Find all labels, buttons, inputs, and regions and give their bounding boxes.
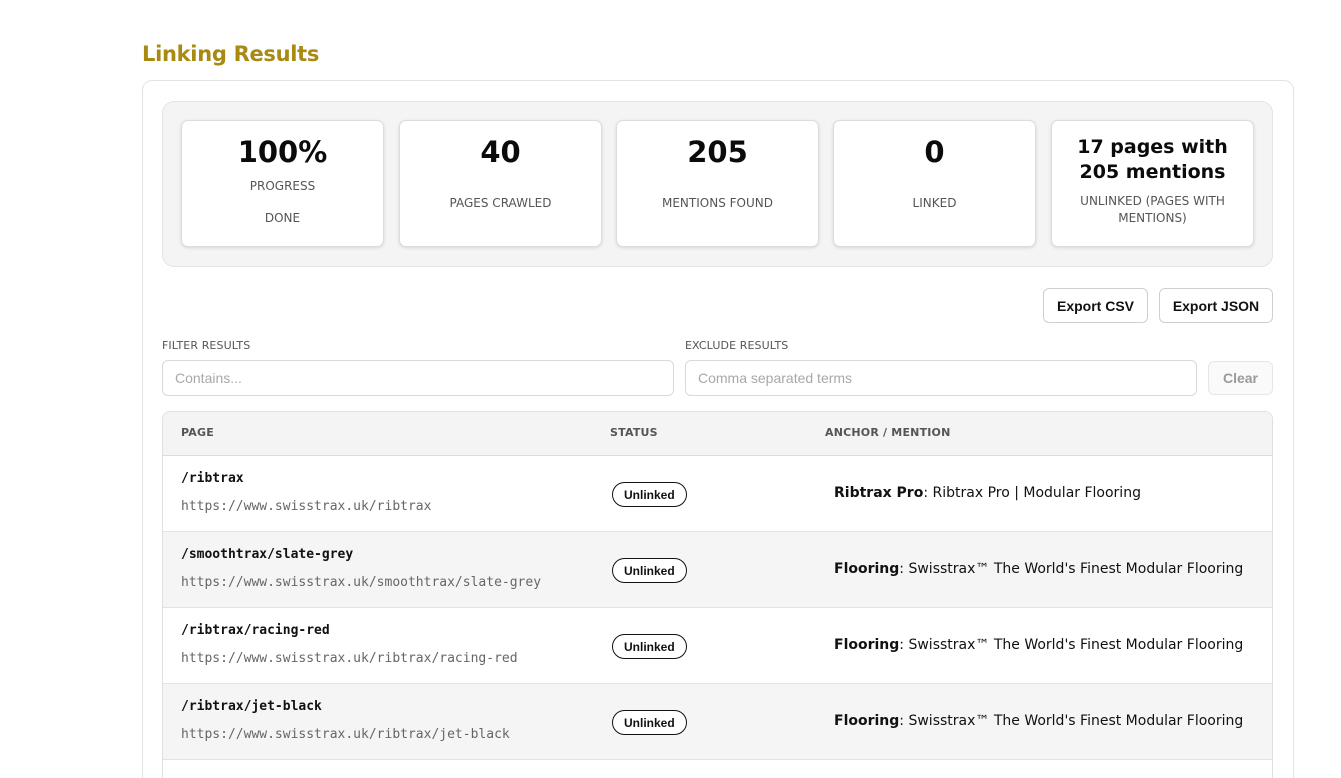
- row-page-path: /ribtrax/racing-red: [181, 623, 330, 638]
- exclude-results-label: EXCLUDE RESULTS: [685, 339, 789, 352]
- exclude-input[interactable]: [685, 360, 1197, 396]
- filter-input[interactable]: [162, 360, 674, 396]
- export-json-button[interactable]: Export JSON: [1159, 288, 1273, 323]
- row-page-url[interactable]: https://www.swisstrax.uk/ribtrax/racing-…: [181, 651, 518, 666]
- stat-pages-crawled-label: PAGES CRAWLED: [449, 196, 552, 210]
- stat-linked-value: 0: [924, 135, 945, 169]
- stat-mentions-found: 205 MENTIONS FOUND: [616, 120, 819, 247]
- row-anchor-text: Flooring: [834, 637, 900, 653]
- stat-unlinked: 17 pages with 205 mentions UNLINKED (PAG…: [1051, 120, 1254, 247]
- row-anchor-text: Ribtrax Pro: [834, 485, 924, 501]
- header-anchor-mention[interactable]: ANCHOR / MENTION: [825, 426, 951, 439]
- row-mention-text: : Swisstrax™ The World's Finest Modular …: [899, 561, 1244, 577]
- status-badge: Unlinked: [612, 482, 687, 507]
- row-mention: Flooring: Swisstrax™ The World's Finest …: [834, 713, 1243, 729]
- stat-pages-crawled-value: 40: [480, 135, 521, 169]
- row-mention: Flooring: Swisstrax™ The World's Finest …: [834, 637, 1243, 653]
- header-page[interactable]: PAGE: [181, 426, 214, 439]
- row-mention-text: : Swisstrax™ The World's Finest Modular …: [899, 713, 1244, 729]
- filter-results-label: FILTER RESULTS: [162, 339, 251, 352]
- row-mention-text: : Ribtrax Pro | Modular Flooring: [923, 485, 1141, 501]
- status-badge: Unlinked: [612, 710, 687, 735]
- row-mention: Ribtrax Pro: Ribtrax Pro | Modular Floor…: [834, 485, 1141, 501]
- stat-mentions-found-label: MENTIONS FOUND: [662, 196, 773, 210]
- status-badge: Unlinked: [612, 634, 687, 659]
- stat-pages-crawled: 40 PAGES CRAWLED: [399, 120, 602, 247]
- stat-unlinked-label: UNLINKED (PAGES WITH MENTIONS): [1080, 194, 1225, 225]
- results-table: PAGE STATUS ANCHOR / MENTION /ribtrax ht…: [162, 411, 1273, 778]
- table-header: PAGE STATUS ANCHOR / MENTION: [163, 412, 1272, 456]
- row-page-path: /ribtrax: [181, 471, 244, 486]
- table-row[interactable]: /ribtrax/racing-red https://www.swisstra…: [163, 608, 1272, 684]
- table-row[interactable]: /smoothtrax/slate-grey https://www.swiss…: [163, 532, 1272, 608]
- clear-button[interactable]: Clear: [1208, 361, 1273, 395]
- stat-progress-label: PROGRESS: [249, 179, 316, 193]
- stat-progress-value: 100%: [237, 135, 328, 169]
- row-page-path: /ribtrax/jet-black: [181, 699, 322, 714]
- row-page-url[interactable]: https://www.swisstrax.uk/ribtrax: [181, 499, 431, 514]
- header-status[interactable]: STATUS: [610, 426, 658, 439]
- stat-unlinked-value: 17 pages with 205 mentions: [1077, 136, 1228, 183]
- table-row[interactable]: /ribtrax https://www.swisstrax.uk/ribtra…: [163, 456, 1272, 532]
- status-badge: Unlinked: [612, 558, 687, 583]
- stat-progress-status: DONE: [264, 211, 301, 225]
- row-anchor-text: Flooring: [834, 713, 900, 729]
- stat-linked: 0 LINKED: [833, 120, 1036, 247]
- stat-progress: 100% PROGRESS DONE: [181, 120, 384, 247]
- row-page-path: /smoothtrax/slate-grey: [181, 547, 354, 562]
- stat-mentions-found-value: 205: [687, 135, 748, 169]
- table-row[interactable]: /ribtrax/jet-black https://www.swisstrax…: [163, 684, 1272, 760]
- row-page-url[interactable]: https://www.swisstrax.uk/smoothtrax/slat…: [181, 575, 541, 590]
- row-anchor-text: Flooring: [834, 561, 900, 577]
- export-csv-button[interactable]: Export CSV: [1043, 288, 1148, 323]
- row-mention: Flooring: Swisstrax™ The World's Finest …: [834, 561, 1243, 577]
- stat-linked-label: LINKED: [912, 196, 957, 210]
- page-title: Linking Results: [142, 42, 320, 66]
- row-page-url[interactable]: https://www.swisstrax.uk/ribtrax/jet-bla…: [181, 727, 510, 742]
- row-mention-text: : Swisstrax™ The World's Finest Modular …: [899, 637, 1244, 653]
